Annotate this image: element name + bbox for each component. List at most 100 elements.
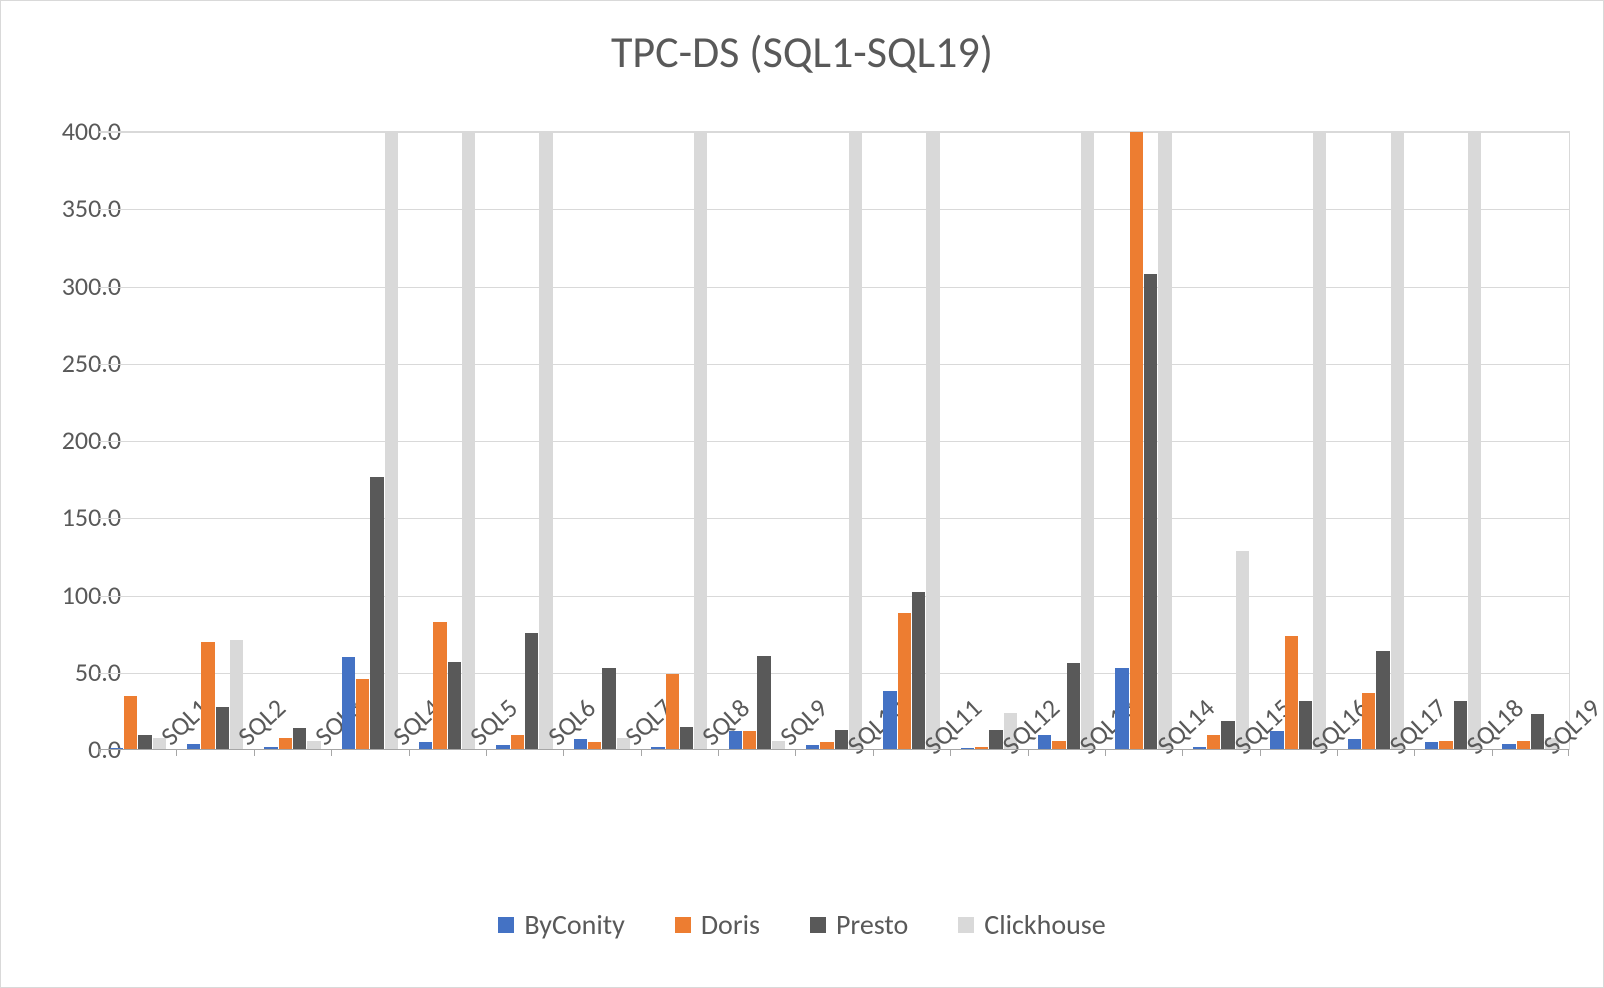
bar-clickhouse <box>385 132 398 750</box>
legend-label: ByConity <box>524 907 625 942</box>
bar-presto <box>370 477 383 750</box>
legend-swatch <box>498 917 514 933</box>
bar-clickhouse <box>1391 132 1404 750</box>
legend-item-clickhouse: Clickhouse <box>958 907 1105 942</box>
bar-doris <box>666 674 679 750</box>
legend-item-presto: Presto <box>810 907 908 942</box>
x-tick <box>331 750 332 756</box>
bar-clickhouse <box>849 132 862 750</box>
bars <box>1424 132 1481 750</box>
bars <box>1347 132 1404 750</box>
bars <box>264 132 321 750</box>
bar-byconity <box>1270 731 1283 750</box>
x-tick <box>1105 750 1106 756</box>
bars <box>1038 132 1095 750</box>
bar-doris <box>433 622 446 750</box>
bars <box>186 132 243 750</box>
bar-doris <box>124 696 137 750</box>
legend-item-byconity: ByConity <box>498 907 625 942</box>
x-axis-line <box>99 749 1569 750</box>
x-tick <box>563 750 564 756</box>
bar-byconity <box>1038 735 1051 750</box>
bar-group: SQL12 <box>950 132 1027 750</box>
bar-clickhouse <box>1313 132 1326 750</box>
bar-clickhouse <box>694 132 707 750</box>
bar-group: SQL19 <box>1492 132 1569 750</box>
bar-group: SQL18 <box>1414 132 1491 750</box>
bar-group: SQL11 <box>873 132 950 750</box>
bar-doris <box>356 679 369 750</box>
plot-area: SQL1SQL2SQL3SQL4SQL5SQL6SQL7SQL8SQL9SQL1… <box>99 131 1570 750</box>
bar-clickhouse <box>926 132 939 750</box>
bars <box>419 132 476 750</box>
legend-swatch <box>958 917 974 933</box>
bar-group: SQL1 <box>99 132 176 750</box>
x-tick <box>641 750 642 756</box>
bars <box>1502 132 1559 750</box>
x-tick <box>1182 750 1183 756</box>
bars <box>728 132 785 750</box>
legend-item-doris: Doris <box>675 907 760 942</box>
bars <box>1270 132 1327 750</box>
x-tick <box>486 750 487 756</box>
x-tick <box>1568 750 1569 756</box>
bars <box>1192 132 1249 750</box>
bar-groups: SQL1SQL2SQL3SQL4SQL5SQL6SQL7SQL8SQL9SQL1… <box>99 132 1569 750</box>
bar-byconity <box>342 657 355 750</box>
bar-byconity <box>1115 668 1128 750</box>
chart-container: TPC-DS (SQL1-SQL19) 0.050.0100.0150.0200… <box>0 0 1604 988</box>
bar-group: SQL13 <box>1028 132 1105 750</box>
bar-doris <box>1285 636 1298 750</box>
legend-label: Doris <box>701 907 760 942</box>
bar-group: SQL2 <box>176 132 253 750</box>
x-tick <box>176 750 177 756</box>
legend-label: Presto <box>836 907 908 942</box>
bar-clickhouse <box>1158 132 1171 750</box>
bar-group: SQL16 <box>1260 132 1337 750</box>
x-tick <box>718 750 719 756</box>
x-tick <box>1492 750 1493 756</box>
bar-clickhouse <box>539 132 552 750</box>
bar-byconity <box>729 731 742 750</box>
x-tick <box>1260 750 1261 756</box>
bars <box>960 132 1017 750</box>
bars <box>573 132 630 750</box>
bar-group: SQL8 <box>641 132 718 750</box>
bars <box>496 132 553 750</box>
bar-byconity <box>883 691 896 750</box>
x-tick <box>409 750 410 756</box>
bar-group: SQL15 <box>1182 132 1259 750</box>
x-tick <box>795 750 796 756</box>
x-tick <box>1028 750 1029 756</box>
bars <box>1115 132 1172 750</box>
bar-group: SQL6 <box>486 132 563 750</box>
bar-group: SQL4 <box>331 132 408 750</box>
bar-group: SQL7 <box>563 132 640 750</box>
bar-group: SQL10 <box>795 132 872 750</box>
x-tick <box>254 750 255 756</box>
x-tick <box>99 750 100 756</box>
bar-clickhouse <box>1081 132 1094 750</box>
bar-doris <box>1362 693 1375 750</box>
bar-group: SQL3 <box>254 132 331 750</box>
bars <box>109 132 166 750</box>
bar-doris <box>201 642 214 750</box>
legend-swatch <box>675 917 691 933</box>
x-tick <box>1414 750 1415 756</box>
legend-swatch <box>810 917 826 933</box>
legend: ByConity Doris Presto Clickhouse <box>1 907 1603 942</box>
legend-label: Clickhouse <box>984 907 1105 942</box>
x-tick <box>950 750 951 756</box>
x-tick <box>1337 750 1338 756</box>
bar-clickhouse <box>462 132 475 750</box>
x-tick <box>873 750 874 756</box>
bar-clickhouse <box>1468 132 1481 750</box>
chart-title: TPC-DS (SQL1-SQL19) <box>1 25 1603 79</box>
bars <box>341 132 398 750</box>
bar-doris <box>898 613 911 751</box>
bar-group: SQL9 <box>718 132 795 750</box>
bar-presto <box>1144 274 1157 750</box>
bar-group: SQL17 <box>1337 132 1414 750</box>
bars <box>805 132 862 750</box>
bars <box>651 132 708 750</box>
